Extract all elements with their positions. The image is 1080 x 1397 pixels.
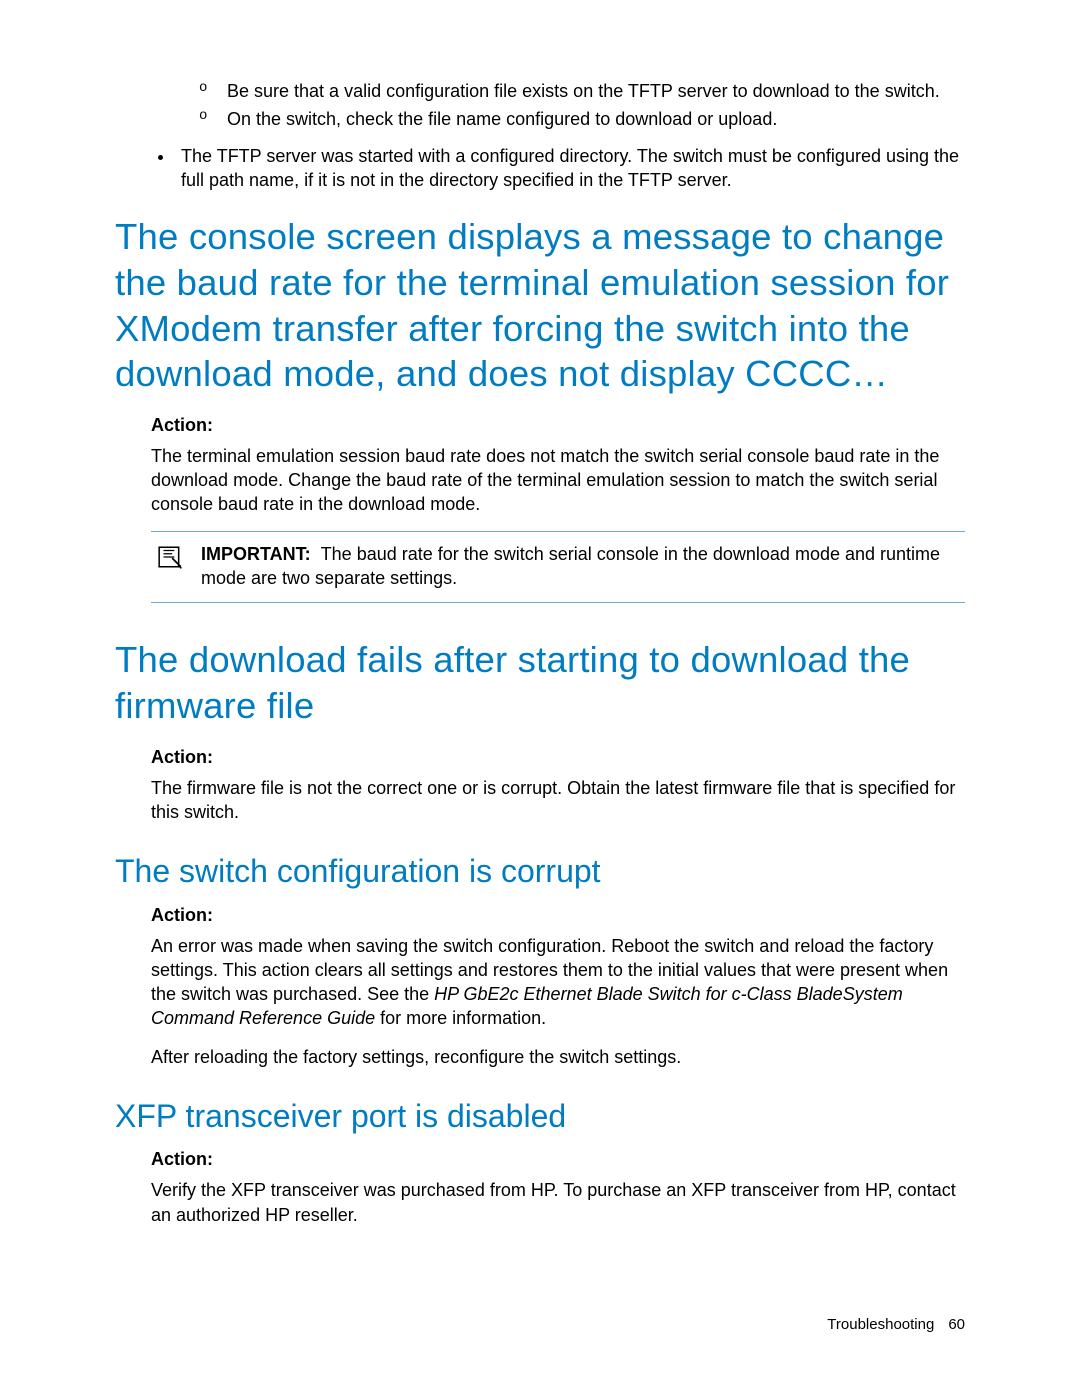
- action-text: Verify the XFP transceiver was purchased…: [151, 1178, 965, 1227]
- footer-section: Troubleshooting: [827, 1316, 934, 1333]
- footer-page-number: 60: [948, 1316, 965, 1333]
- section-body: Action: The terminal emulation session b…: [151, 415, 965, 517]
- important-icon: [157, 544, 183, 575]
- list-item: Be sure that a valid configuration file …: [199, 78, 965, 106]
- important-callout: IMPORTANT: The baud rate for the switch …: [151, 531, 965, 604]
- action-text: An error was made when saving the switch…: [151, 934, 965, 1031]
- section-body: Action: The firmware file is not the cor…: [151, 747, 965, 825]
- list-item: On the switch, check the file name confi…: [199, 106, 965, 134]
- section-heading: The download fails after starting to dow…: [115, 637, 965, 728]
- section-heading: The console screen displays a message to…: [115, 214, 965, 397]
- list-item: The TFTP server was started with a confi…: [175, 144, 965, 193]
- section-body: Action: An error was made when saving th…: [151, 905, 965, 1069]
- section-body: Action: Verify the XFP transceiver was p…: [151, 1149, 965, 1227]
- action-text: The terminal emulation session baud rate…: [151, 444, 965, 517]
- action-label: Action:: [151, 1149, 965, 1170]
- action-label: Action:: [151, 415, 965, 436]
- action-label: Action:: [151, 747, 965, 768]
- bullet-list: The TFTP server was started with a confi…: [175, 144, 965, 193]
- section-heading: The switch configuration is corrupt: [115, 852, 965, 890]
- page-footer: Troubleshooting 60: [827, 1316, 965, 1333]
- document-page: Be sure that a valid configuration file …: [0, 0, 1080, 1397]
- action-label: Action:: [151, 905, 965, 926]
- important-text: IMPORTANT: The baud rate for the switch …: [201, 542, 959, 591]
- important-label: IMPORTANT:: [201, 544, 321, 564]
- action-text: After reloading the factory settings, re…: [151, 1045, 965, 1069]
- action-text: The firmware file is not the correct one…: [151, 776, 965, 825]
- nested-bullet-list: Be sure that a valid configuration file …: [199, 78, 965, 134]
- section-heading: XFP transceiver port is disabled: [115, 1097, 965, 1135]
